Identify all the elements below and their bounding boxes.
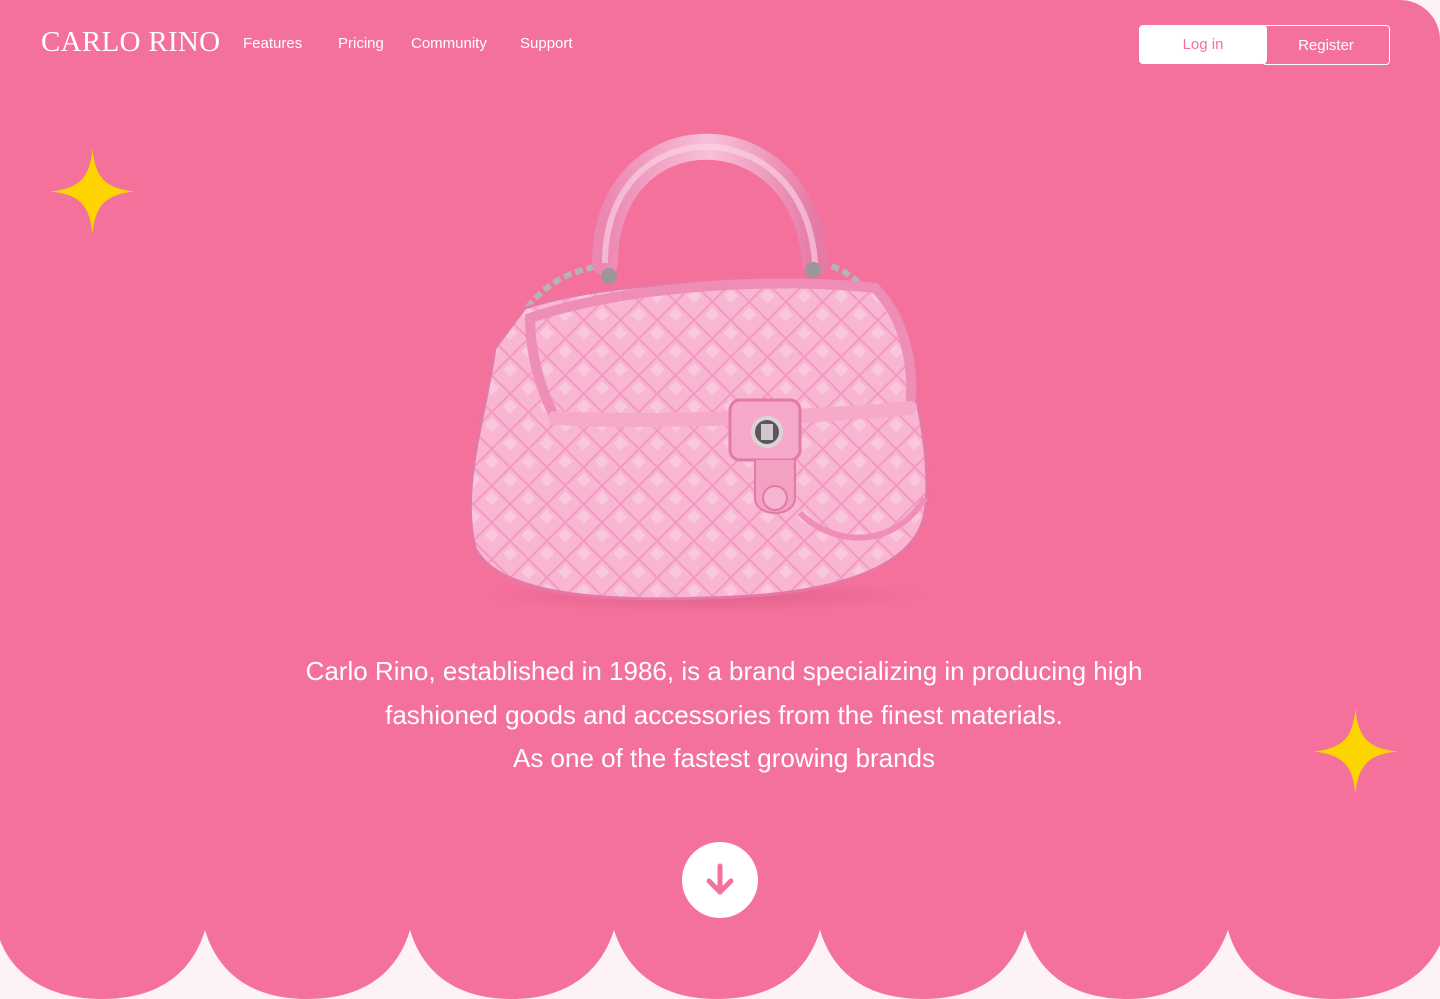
arrow-down-icon bbox=[706, 863, 734, 895]
nav-link-features[interactable]: Features bbox=[243, 35, 302, 52]
nav-link-community[interactable]: Community bbox=[411, 35, 487, 52]
scalloped-border bbox=[0, 925, 1440, 999]
nav-link-support[interactable]: Support bbox=[520, 35, 573, 52]
tagline-line: As one of the fastest growing brands bbox=[512, 743, 936, 773]
hero-section: CARLO RINO Features Pricing Community Su… bbox=[0, 0, 1440, 999]
hero-tagline: Carlo Rino, established in 1986, is a br… bbox=[220, 650, 1228, 781]
handbag-image bbox=[468, 133, 929, 612]
tagline-line: fashioned goods and accessories from the… bbox=[385, 699, 1063, 730]
sparkle-star-icon bbox=[49, 148, 136, 235]
register-button-label: Register bbox=[1298, 36, 1354, 54]
sparkle-star-icon bbox=[1312, 708, 1399, 795]
login-button-label: Log in bbox=[1182, 36, 1224, 53]
scroll-down-button[interactable] bbox=[682, 842, 758, 918]
login-button[interactable]: Log in bbox=[1139, 25, 1267, 64]
register-button[interactable]: Register bbox=[1262, 25, 1390, 65]
nav-link-pricing[interactable]: Pricing bbox=[338, 35, 384, 52]
brand-logo[interactable]: CARLO RINO bbox=[41, 26, 220, 59]
tagline-line: Carlo Rino, established in 1986, is a br… bbox=[305, 656, 1143, 686]
